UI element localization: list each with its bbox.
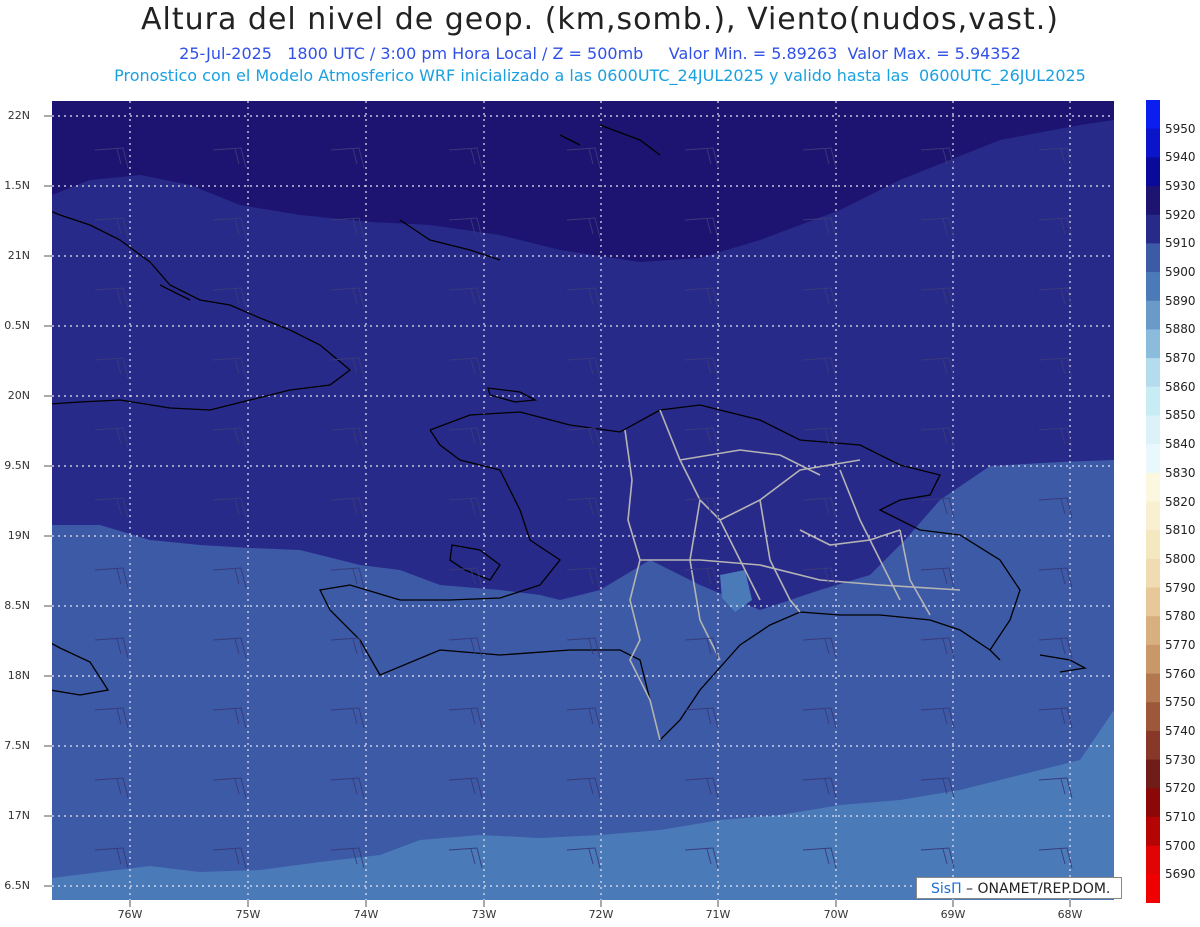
colorbar-label: 5760 <box>1165 666 1196 681</box>
colorbar-label: 5810 <box>1165 523 1196 538</box>
colorbar-label: 5710 <box>1165 809 1196 824</box>
lon-label: 69W <box>940 908 966 921</box>
colorbar-label: 5750 <box>1165 695 1196 710</box>
colorbar-swatch <box>1146 702 1160 732</box>
colorbar-swatch <box>1146 759 1160 789</box>
colorbar-swatch <box>1146 673 1160 703</box>
geopotential-map <box>44 100 1160 907</box>
lat-label: 20N <box>7 389 30 402</box>
colorbar-swatch <box>1146 730 1160 761</box>
colorbar-label: 5850 <box>1165 408 1196 423</box>
colorbar-swatch <box>1146 243 1160 273</box>
lon-label: 73W <box>471 908 497 921</box>
sispi-logo: SisΠ <box>931 881 962 897</box>
colorbar-label: 5930 <box>1165 179 1196 194</box>
colorbar-swatch <box>1146 845 1160 875</box>
colorbar <box>1146 100 1160 903</box>
colorbar-swatch <box>1146 128 1160 158</box>
colorbar-swatch <box>1146 386 1160 416</box>
lat-label: 18N <box>7 669 30 682</box>
lat-label: 22N <box>7 109 30 122</box>
lon-label: 70W <box>823 908 849 921</box>
credit-text: – ONAMET/REP.DOM. <box>961 881 1111 897</box>
lat-label: 17N <box>7 809 30 822</box>
colorbar-swatch <box>1146 501 1160 531</box>
lon-label: 68W <box>1057 908 1083 921</box>
colorbar-swatch <box>1146 300 1160 330</box>
colorbar-label: 5870 <box>1165 351 1196 366</box>
lon-label: 75W <box>235 908 261 921</box>
colorbar-label: 5950 <box>1165 121 1196 136</box>
lon-label: 76W <box>117 908 143 921</box>
colorbar-swatch <box>1146 788 1160 818</box>
colorbar-label: 5910 <box>1165 236 1196 251</box>
lon-label: 71W <box>705 908 731 921</box>
colorbar-label: 5900 <box>1165 265 1196 280</box>
colorbar-swatch <box>1146 157 1160 187</box>
lat-label: 9.5N <box>4 459 30 472</box>
colorbar-label: 5840 <box>1165 437 1196 452</box>
colorbar-swatch <box>1146 214 1160 244</box>
forecast-map-page: Altura del nivel de geop. (km,somb.), Vi… <box>0 0 1200 927</box>
colorbar-swatch <box>1146 358 1160 388</box>
colorbar-label: 5890 <box>1165 293 1196 308</box>
colorbar-label: 5720 <box>1165 781 1196 796</box>
colorbar-label: 5690 <box>1165 867 1196 882</box>
colorbar-swatch <box>1146 444 1160 474</box>
colorbar-swatch <box>1146 472 1160 502</box>
colorbar-label: 5860 <box>1165 379 1196 394</box>
lat-label: 0.5N <box>4 319 30 332</box>
colorbar-swatch <box>1146 616 1160 646</box>
colorbar-label: 5830 <box>1165 465 1196 480</box>
colorbar-label: 5820 <box>1165 494 1196 509</box>
colorbar-label: 5780 <box>1165 609 1196 624</box>
colorbar-swatch <box>1146 415 1160 445</box>
colorbar-swatch <box>1146 644 1160 675</box>
colorbar-swatch <box>1146 272 1160 302</box>
colorbar-swatch <box>1146 558 1160 589</box>
lat-label: 1.5N <box>4 179 30 192</box>
colorbar-swatch <box>1146 874 1160 903</box>
colorbar-label: 5940 <box>1165 150 1196 165</box>
colorbar-label: 5770 <box>1165 637 1196 652</box>
colorbar-swatch <box>1146 587 1160 617</box>
colorbar-label: 5880 <box>1165 322 1196 337</box>
credit-box: SisΠ – ONAMET/REP.DOM. <box>916 877 1122 899</box>
colorbar-label: 5740 <box>1165 723 1196 738</box>
colorbar-swatch <box>1146 329 1160 359</box>
colorbar-swatch <box>1146 186 1160 216</box>
colorbar-label: 5790 <box>1165 580 1196 595</box>
lat-label: 21N <box>7 249 30 262</box>
lon-label: 74W <box>353 908 379 921</box>
lat-label: 6.5N <box>4 879 30 892</box>
colorbar-label: 5800 <box>1165 551 1196 566</box>
colorbar-label: 5920 <box>1165 207 1196 222</box>
lat-label: 7.5N <box>4 739 30 752</box>
colorbar-label: 5730 <box>1165 752 1196 767</box>
lat-label: 8.5N <box>4 599 30 612</box>
colorbar-swatch <box>1146 530 1160 560</box>
lon-label: 72W <box>588 908 614 921</box>
colorbar-swatch <box>1146 816 1160 847</box>
colorbar-swatch <box>1146 100 1160 130</box>
colorbar-label: 5700 <box>1165 838 1196 853</box>
lat-label: 19N <box>7 529 30 542</box>
